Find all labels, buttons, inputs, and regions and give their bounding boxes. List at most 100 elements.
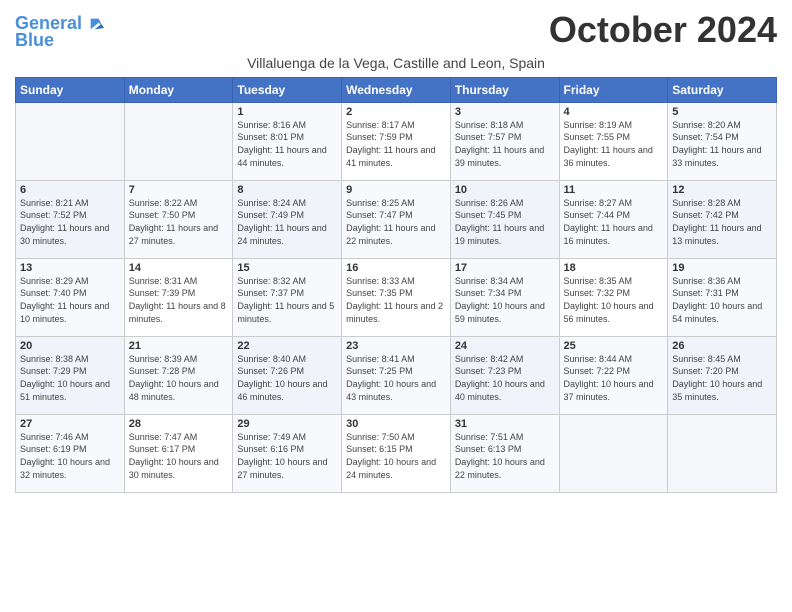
day-info: Sunrise: 8:36 AMSunset: 7:31 PMDaylight:… bbox=[672, 275, 772, 325]
calendar-cell: 5Sunrise: 8:20 AMSunset: 7:54 PMDaylight… bbox=[668, 102, 777, 180]
logo: General Blue bbox=[15, 14, 104, 51]
calendar-cell bbox=[559, 414, 668, 492]
calendar-cell: 17Sunrise: 8:34 AMSunset: 7:34 PMDayligh… bbox=[450, 258, 559, 336]
weekday-header-saturday: Saturday bbox=[668, 77, 777, 102]
day-info: Sunrise: 8:28 AMSunset: 7:42 PMDaylight:… bbox=[672, 197, 772, 247]
day-info: Sunrise: 8:38 AMSunset: 7:29 PMDaylight:… bbox=[20, 353, 120, 403]
day-info: Sunrise: 8:39 AMSunset: 7:28 PMDaylight:… bbox=[129, 353, 229, 403]
day-number: 18 bbox=[564, 262, 664, 274]
calendar-cell bbox=[16, 102, 125, 180]
calendar-cell: 7Sunrise: 8:22 AMSunset: 7:50 PMDaylight… bbox=[124, 180, 233, 258]
day-number: 8 bbox=[237, 184, 337, 196]
calendar-cell: 1Sunrise: 8:16 AMSunset: 8:01 PMDaylight… bbox=[233, 102, 342, 180]
day-number: 30 bbox=[346, 418, 446, 430]
day-info: Sunrise: 8:32 AMSunset: 7:37 PMDaylight:… bbox=[237, 275, 337, 325]
day-info: Sunrise: 8:33 AMSunset: 7:35 PMDaylight:… bbox=[346, 275, 446, 325]
calendar-cell: 19Sunrise: 8:36 AMSunset: 7:31 PMDayligh… bbox=[668, 258, 777, 336]
calendar-cell bbox=[124, 102, 233, 180]
calendar-cell: 20Sunrise: 8:38 AMSunset: 7:29 PMDayligh… bbox=[16, 336, 125, 414]
day-info: Sunrise: 7:47 AMSunset: 6:17 PMDaylight:… bbox=[129, 431, 229, 481]
weekday-header-tuesday: Tuesday bbox=[233, 77, 342, 102]
calendar-cell: 28Sunrise: 7:47 AMSunset: 6:17 PMDayligh… bbox=[124, 414, 233, 492]
day-number: 21 bbox=[129, 340, 229, 352]
calendar-week-1: 1Sunrise: 8:16 AMSunset: 8:01 PMDaylight… bbox=[16, 102, 777, 180]
day-info: Sunrise: 8:41 AMSunset: 7:25 PMDaylight:… bbox=[346, 353, 446, 403]
day-info: Sunrise: 8:16 AMSunset: 8:01 PMDaylight:… bbox=[237, 119, 337, 169]
day-info: Sunrise: 8:29 AMSunset: 7:40 PMDaylight:… bbox=[20, 275, 120, 325]
day-info: Sunrise: 7:50 AMSunset: 6:15 PMDaylight:… bbox=[346, 431, 446, 481]
day-number: 27 bbox=[20, 418, 120, 430]
calendar-cell: 12Sunrise: 8:28 AMSunset: 7:42 PMDayligh… bbox=[668, 180, 777, 258]
day-info: Sunrise: 8:31 AMSunset: 7:39 PMDaylight:… bbox=[129, 275, 229, 325]
day-number: 24 bbox=[455, 340, 555, 352]
page-container: General Blue October 2024 Villaluenga de… bbox=[0, 0, 792, 503]
calendar-week-2: 6Sunrise: 8:21 AMSunset: 7:52 PMDaylight… bbox=[16, 180, 777, 258]
title-block: October 2024 bbox=[549, 10, 777, 50]
day-info: Sunrise: 8:22 AMSunset: 7:50 PMDaylight:… bbox=[129, 197, 229, 247]
calendar-cell: 29Sunrise: 7:49 AMSunset: 6:16 PMDayligh… bbox=[233, 414, 342, 492]
day-info: Sunrise: 8:44 AMSunset: 7:22 PMDaylight:… bbox=[564, 353, 664, 403]
calendar-cell: 6Sunrise: 8:21 AMSunset: 7:52 PMDaylight… bbox=[16, 180, 125, 258]
day-info: Sunrise: 8:25 AMSunset: 7:47 PMDaylight:… bbox=[346, 197, 446, 247]
weekday-header-thursday: Thursday bbox=[450, 77, 559, 102]
day-info: Sunrise: 8:27 AMSunset: 7:44 PMDaylight:… bbox=[564, 197, 664, 247]
day-number: 31 bbox=[455, 418, 555, 430]
day-number: 7 bbox=[129, 184, 229, 196]
day-info: Sunrise: 8:18 AMSunset: 7:57 PMDaylight:… bbox=[455, 119, 555, 169]
calendar-cell: 31Sunrise: 7:51 AMSunset: 6:13 PMDayligh… bbox=[450, 414, 559, 492]
day-number: 4 bbox=[564, 106, 664, 118]
day-number: 20 bbox=[20, 340, 120, 352]
calendar-cell: 15Sunrise: 8:32 AMSunset: 7:37 PMDayligh… bbox=[233, 258, 342, 336]
day-info: Sunrise: 8:42 AMSunset: 7:23 PMDaylight:… bbox=[455, 353, 555, 403]
day-number: 5 bbox=[672, 106, 772, 118]
calendar-cell: 21Sunrise: 8:39 AMSunset: 7:28 PMDayligh… bbox=[124, 336, 233, 414]
logo-icon bbox=[84, 14, 104, 34]
day-number: 6 bbox=[20, 184, 120, 196]
day-number: 10 bbox=[455, 184, 555, 196]
day-number: 22 bbox=[237, 340, 337, 352]
day-number: 13 bbox=[20, 262, 120, 274]
day-info: Sunrise: 7:51 AMSunset: 6:13 PMDaylight:… bbox=[455, 431, 555, 481]
day-info: Sunrise: 8:19 AMSunset: 7:55 PMDaylight:… bbox=[564, 119, 664, 169]
weekday-header-sunday: Sunday bbox=[16, 77, 125, 102]
calendar-week-4: 20Sunrise: 8:38 AMSunset: 7:29 PMDayligh… bbox=[16, 336, 777, 414]
calendar-cell: 8Sunrise: 8:24 AMSunset: 7:49 PMDaylight… bbox=[233, 180, 342, 258]
weekday-header-monday: Monday bbox=[124, 77, 233, 102]
day-info: Sunrise: 7:49 AMSunset: 6:16 PMDaylight:… bbox=[237, 431, 337, 481]
calendar-cell: 2Sunrise: 8:17 AMSunset: 7:59 PMDaylight… bbox=[342, 102, 451, 180]
day-info: Sunrise: 8:35 AMSunset: 7:32 PMDaylight:… bbox=[564, 275, 664, 325]
day-number: 25 bbox=[564, 340, 664, 352]
calendar-cell: 4Sunrise: 8:19 AMSunset: 7:55 PMDaylight… bbox=[559, 102, 668, 180]
location-subtitle: Villaluenga de la Vega, Castille and Leo… bbox=[15, 55, 777, 71]
day-number: 17 bbox=[455, 262, 555, 274]
day-number: 16 bbox=[346, 262, 446, 274]
calendar-week-5: 27Sunrise: 7:46 AMSunset: 6:19 PMDayligh… bbox=[16, 414, 777, 492]
day-number: 2 bbox=[346, 106, 446, 118]
calendar-cell: 16Sunrise: 8:33 AMSunset: 7:35 PMDayligh… bbox=[342, 258, 451, 336]
calendar-cell: 3Sunrise: 8:18 AMSunset: 7:57 PMDaylight… bbox=[450, 102, 559, 180]
day-number: 15 bbox=[237, 262, 337, 274]
calendar-cell: 24Sunrise: 8:42 AMSunset: 7:23 PMDayligh… bbox=[450, 336, 559, 414]
calendar-table: SundayMondayTuesdayWednesdayThursdayFrid… bbox=[15, 77, 777, 493]
calendar-cell: 14Sunrise: 8:31 AMSunset: 7:39 PMDayligh… bbox=[124, 258, 233, 336]
day-info: Sunrise: 8:20 AMSunset: 7:54 PMDaylight:… bbox=[672, 119, 772, 169]
day-number: 9 bbox=[346, 184, 446, 196]
day-number: 3 bbox=[455, 106, 555, 118]
calendar-cell: 13Sunrise: 8:29 AMSunset: 7:40 PMDayligh… bbox=[16, 258, 125, 336]
calendar-week-3: 13Sunrise: 8:29 AMSunset: 7:40 PMDayligh… bbox=[16, 258, 777, 336]
calendar-cell: 22Sunrise: 8:40 AMSunset: 7:26 PMDayligh… bbox=[233, 336, 342, 414]
calendar-cell: 10Sunrise: 8:26 AMSunset: 7:45 PMDayligh… bbox=[450, 180, 559, 258]
month-title: October 2024 bbox=[549, 10, 777, 50]
calendar-cell: 9Sunrise: 8:25 AMSunset: 7:47 PMDaylight… bbox=[342, 180, 451, 258]
calendar-cell: 27Sunrise: 7:46 AMSunset: 6:19 PMDayligh… bbox=[16, 414, 125, 492]
calendar-cell: 30Sunrise: 7:50 AMSunset: 6:15 PMDayligh… bbox=[342, 414, 451, 492]
day-info: Sunrise: 8:21 AMSunset: 7:52 PMDaylight:… bbox=[20, 197, 120, 247]
day-number: 26 bbox=[672, 340, 772, 352]
day-info: Sunrise: 8:26 AMSunset: 7:45 PMDaylight:… bbox=[455, 197, 555, 247]
weekday-header-friday: Friday bbox=[559, 77, 668, 102]
header: General Blue October 2024 bbox=[15, 10, 777, 51]
calendar-cell: 26Sunrise: 8:45 AMSunset: 7:20 PMDayligh… bbox=[668, 336, 777, 414]
calendar-cell: 18Sunrise: 8:35 AMSunset: 7:32 PMDayligh… bbox=[559, 258, 668, 336]
day-number: 19 bbox=[672, 262, 772, 274]
day-info: Sunrise: 8:40 AMSunset: 7:26 PMDaylight:… bbox=[237, 353, 337, 403]
